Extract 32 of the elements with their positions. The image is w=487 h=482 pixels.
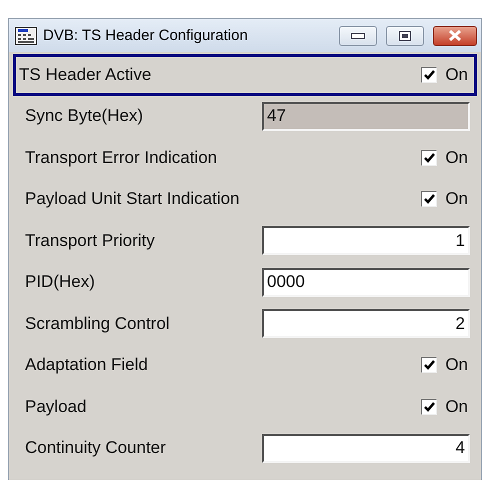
field-label: TS Header Active (19, 64, 152, 85)
field-label: Payload (25, 396, 88, 417)
input-field[interactable]: 2 (262, 309, 470, 338)
minimize-button[interactable] (339, 26, 377, 46)
input-field[interactable]: 0000 (262, 268, 470, 297)
field-label: Continuity Counter (25, 438, 167, 458)
checkmark-icon (424, 152, 435, 163)
field-label: Transport Priority (25, 230, 156, 251)
field-label: Scrambling Control (25, 314, 171, 334)
close-icon (448, 30, 462, 41)
checkmark-icon (424, 402, 435, 412)
maximize-icon (399, 30, 411, 40)
on-checkbox[interactable]: On (421, 355, 468, 376)
close-button[interactable] (433, 26, 477, 46)
window-title: DVB: TS Header Configuration (43, 27, 249, 44)
checkmark-icon (424, 194, 435, 204)
on-checkbox[interactable]: On (421, 189, 468, 210)
on-checkbox[interactable]: On (421, 396, 468, 417)
field-label: Sync Byte(Hex) (25, 106, 144, 126)
input-field[interactable]: 4 (262, 434, 470, 463)
field-label: Payload Unit Start Indication (25, 189, 241, 210)
app-icon (15, 26, 37, 44)
checkmark-icon (424, 70, 435, 80)
on-checkbox[interactable]: On (421, 148, 468, 168)
field-label: PID(Hex) (25, 272, 96, 292)
field-label: Adaptation Field (25, 355, 149, 376)
input-field[interactable]: 1 (262, 226, 470, 256)
on-checkbox[interactable]: On (421, 64, 468, 85)
checkmark-icon (424, 360, 435, 370)
maximize-button[interactable] (386, 26, 424, 46)
minimize-icon (351, 32, 365, 38)
field-label: Transport Error Indication (25, 148, 218, 168)
